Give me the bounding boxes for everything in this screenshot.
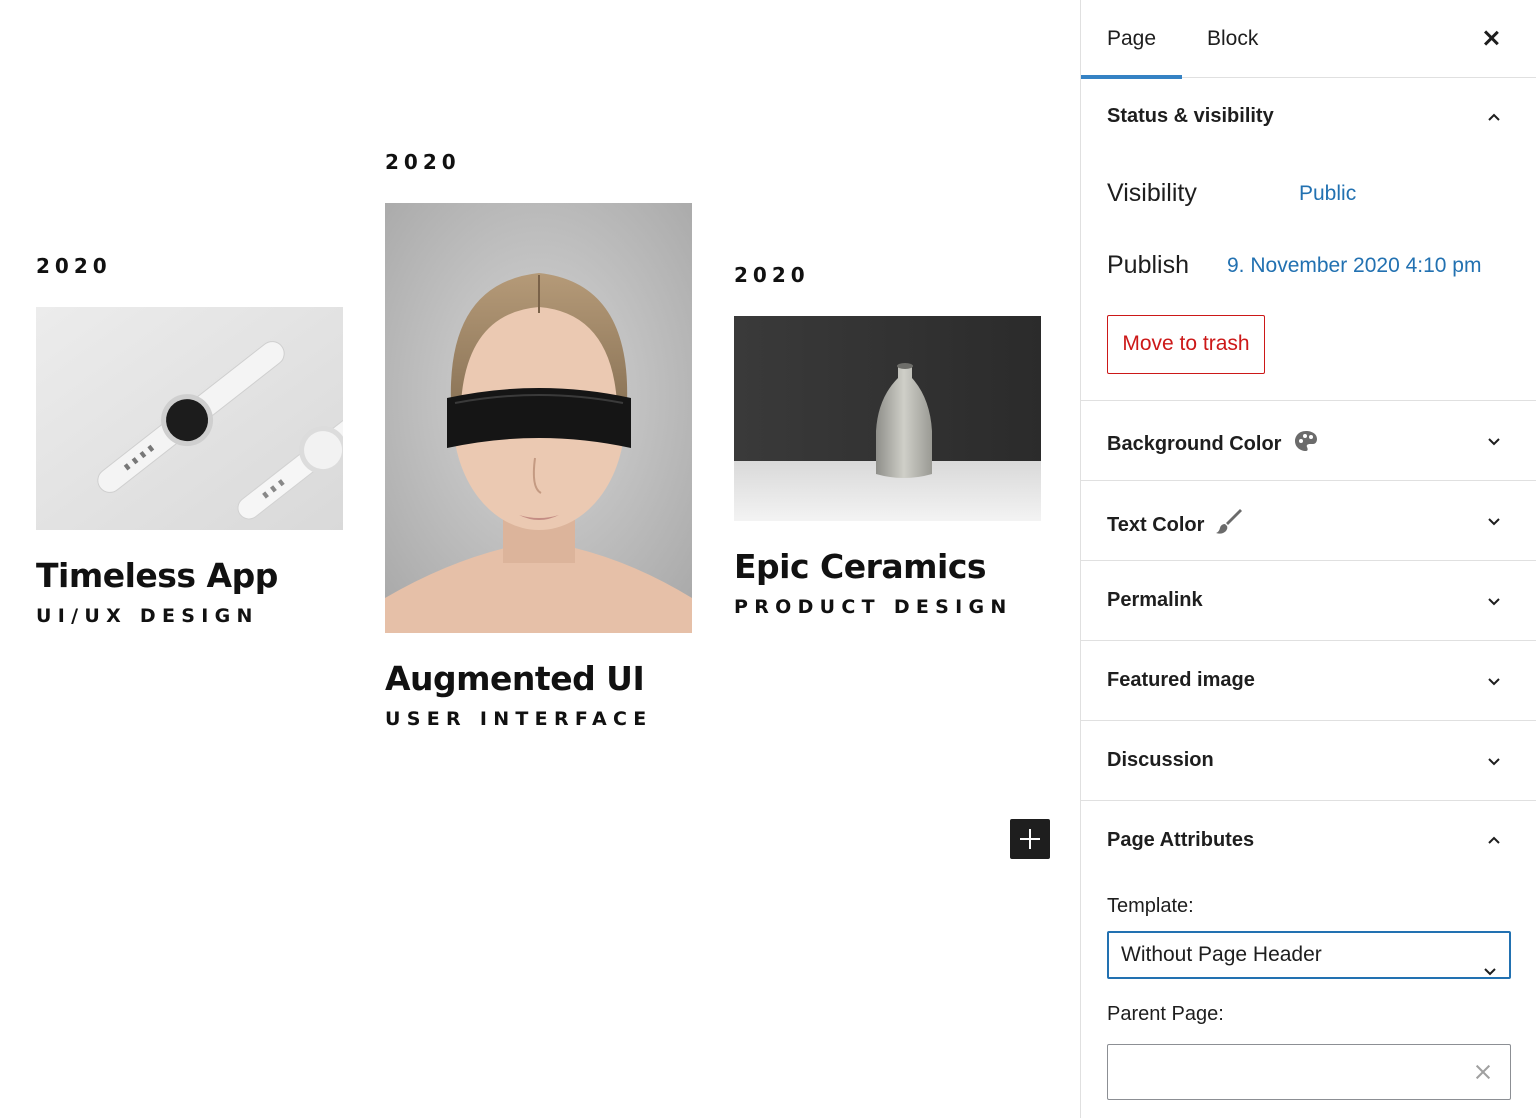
publish-date-link[interactable]: 9. November 2020 4:10 pm — [1227, 254, 1481, 278]
parent-page-label: Parent Page: — [1107, 1003, 1224, 1025]
editor-canvas: 2020 Timeless App UI/UX DESIGN 2020 Augm… — [0, 0, 1080, 1118]
settings-sidebar: Page Block Status & visibility Visibilit… — [1080, 0, 1536, 1118]
card-year: 2020 — [36, 254, 112, 278]
chevron-down-icon — [1487, 755, 1501, 769]
panel-background-color[interactable]: Background Color — [1081, 401, 1536, 481]
tab-page[interactable]: Page — [1081, 0, 1182, 79]
panel-title: Discussion — [1107, 749, 1214, 771]
ceramic-vase-image[interactable] — [734, 316, 1041, 521]
card-year: 2020 — [385, 150, 461, 174]
panel-text-color[interactable]: Text Color — [1081, 481, 1536, 561]
card-title: Epic Ceramics — [734, 547, 987, 586]
card-subtitle: USER INTERFACE — [385, 708, 653, 730]
portfolio-card-epic-ceramics[interactable]: 2020 Epic Ceramics PRODUCT DESIGN — [734, 263, 1041, 618]
panel-status-visibility: Status & visibility Visibility Public Pu… — [1081, 78, 1536, 401]
panel-toggle-status[interactable]: Status & visibility — [1107, 105, 1274, 128]
chevron-up-icon[interactable] — [1487, 110, 1501, 124]
close-icon[interactable] — [1480, 27, 1502, 49]
card-year: 2020 — [734, 263, 810, 287]
portfolio-card-augmented-ui[interactable]: 2020 Augmented UI USER INTERFACE — [385, 150, 692, 730]
panel-title: Permalink — [1107, 589, 1203, 611]
chevron-down-icon — [1487, 595, 1501, 609]
template-select[interactable]: Without Page Header — [1107, 931, 1511, 979]
panel-page-attributes: Page Attributes Template: Without Page H… — [1081, 801, 1536, 1118]
portfolio-card-timeless-app[interactable]: 2020 Timeless App UI/UX DESIGN — [36, 254, 343, 627]
chevron-down-icon — [1483, 949, 1497, 993]
add-block-button[interactable] — [1010, 819, 1050, 859]
chevron-down-icon — [1487, 515, 1501, 529]
publish-label: Publish — [1107, 251, 1189, 279]
palette-icon — [1293, 429, 1319, 459]
panel-discussion[interactable]: Discussion — [1081, 721, 1536, 801]
tab-block[interactable]: Block — [1207, 0, 1258, 78]
move-to-trash-button[interactable]: Move to trash — [1107, 315, 1265, 374]
card-subtitle: UI/UX DESIGN — [36, 605, 259, 627]
chevron-up-icon[interactable] — [1487, 833, 1501, 847]
panel-title: Featured image — [1107, 669, 1255, 691]
card-title: Timeless App — [36, 556, 278, 595]
clear-icon[interactable] — [1474, 1063, 1492, 1081]
parent-page-combobox[interactable] — [1107, 1044, 1511, 1100]
panel-title: Background Color — [1107, 432, 1282, 455]
chevron-down-icon — [1487, 435, 1501, 449]
card-subtitle: PRODUCT DESIGN — [734, 596, 1013, 618]
panel-title: Text Color — [1107, 513, 1205, 536]
panel-featured-image[interactable]: Featured image — [1081, 641, 1536, 721]
visibility-value-link[interactable]: Public — [1299, 182, 1356, 206]
panel-permalink[interactable]: Permalink — [1081, 561, 1536, 641]
chevron-down-icon — [1487, 675, 1501, 689]
card-title: Augmented UI — [385, 659, 645, 698]
visibility-label: Visibility — [1107, 179, 1197, 207]
sidebar-tabs: Page Block — [1081, 0, 1536, 79]
template-select-value: Without Page Header — [1121, 943, 1322, 966]
woman-headband-image[interactable] — [385, 203, 692, 633]
template-label: Template: — [1107, 895, 1194, 917]
panel-toggle-page-attributes[interactable]: Page Attributes — [1107, 829, 1254, 852]
brush-icon — [1216, 509, 1244, 541]
smartwatch-image[interactable] — [36, 307, 343, 530]
